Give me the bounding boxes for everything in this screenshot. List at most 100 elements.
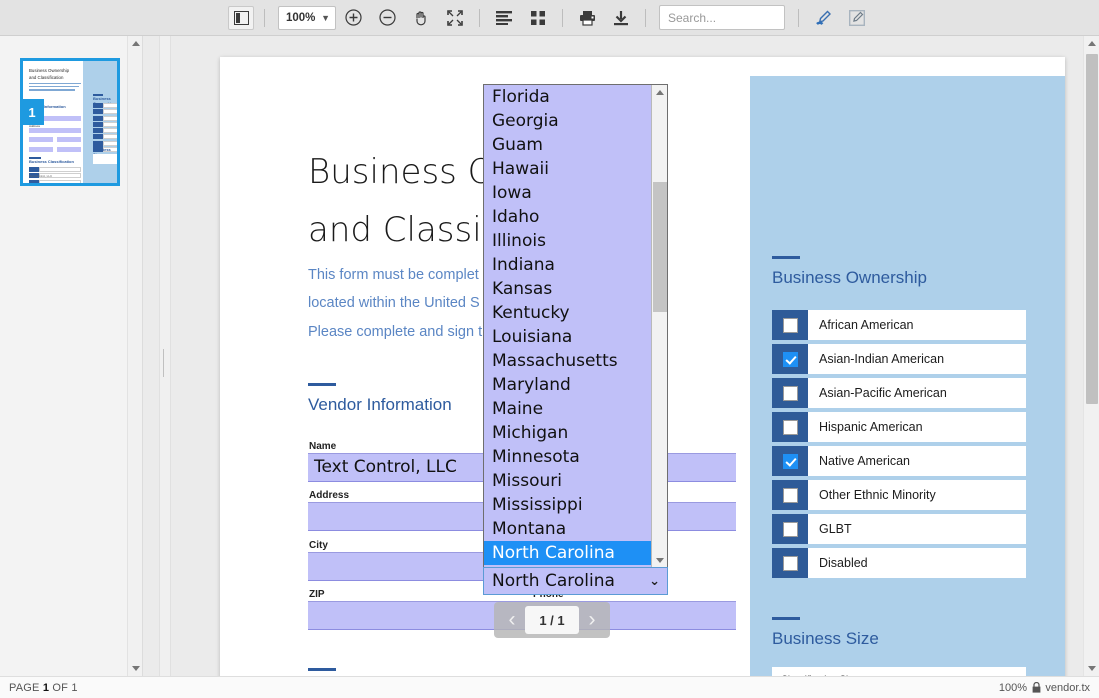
city-label: City [309,540,328,551]
status-zoom: 100% [998,681,1027,694]
ownership-row[interactable]: Other Ethnic Minority [772,480,1026,510]
chevron-down-icon: ▼ [321,12,330,23]
dropdown-scroll-down-icon[interactable] [652,553,668,568]
state-dropdown-option[interactable]: Iowa [484,181,652,205]
search-placeholder: Search... [668,10,717,25]
ownership-checkbox-cell[interactable] [772,548,808,578]
ownership-checkbox-cell[interactable] [772,446,808,476]
ownership-label: Disabled [808,548,1026,578]
size-heading: Business Size [772,629,879,648]
state-dropdown-option[interactable]: Montana [484,517,652,541]
single-page-view-icon[interactable] [490,5,518,31]
ownership-checkbox-cell[interactable] [772,378,808,408]
checkbox-icon[interactable] [782,453,798,469]
state-dropdown-option[interactable]: Louisiana [484,325,652,349]
state-dropdown-option[interactable]: Maine [484,397,652,421]
checkbox-icon[interactable] [782,419,798,435]
ownership-row[interactable]: Asian-Pacific American [772,378,1026,408]
vendor-section-heading: Vendor Information [308,395,452,414]
state-dropdown-option[interactable]: Missouri [484,469,652,493]
annotate-edit-icon[interactable] [843,5,871,31]
state-dropdown-option[interactable]: Illinois [484,229,652,253]
chevron-down-icon: ⌄ [649,573,660,589]
lock-icon [1032,682,1041,693]
ownership-row[interactable]: Native American [772,446,1026,476]
ownership-label: GLBT [808,514,1026,544]
ownership-checkbox-cell[interactable] [772,480,808,510]
page-indicator[interactable]: 1 / 1 [525,606,579,634]
divider [562,8,563,27]
print-icon[interactable] [573,5,601,31]
ownership-checkbox-cell[interactable] [772,412,808,442]
state-dropdown-option[interactable]: Kansas [484,277,652,301]
ownership-label: African American [808,310,1026,340]
page-status-current: 1 [42,681,50,694]
ownership-label: Other Ethnic Minority [808,480,1026,510]
thumbnail-size-card [93,154,117,164]
state-dropdown-scrollbar[interactable] [651,85,667,568]
vendor-section-rule [308,383,336,386]
ownership-label: Asian-Pacific American [808,378,1026,408]
ownership-row[interactable]: GLBT [772,514,1026,544]
checkbox-icon[interactable] [782,555,798,571]
checkbox-icon[interactable] [782,351,798,367]
thumbnail-scrollbar[interactable] [127,36,142,676]
pan-hand-icon[interactable] [407,5,435,31]
doc-scroll-down-icon[interactable] [1084,661,1099,676]
ownership-label: Hispanic American [808,412,1026,442]
state-dropdown-option[interactable]: Guam [484,133,652,157]
grid-page-view-icon[interactable] [524,5,552,31]
state-dropdown-popup[interactable]: Florida Georgia Guam Hawaii Iowa Idaho Illinoi… [483,84,668,569]
state-dropdown-option[interactable]: Massachusetts [484,349,652,373]
ownership-row[interactable]: Hispanic American [772,412,1026,442]
scroll-down-icon[interactable] [128,661,143,676]
state-select-value: North Carolina [492,571,615,591]
next-page-button[interactable]: › [579,605,605,635]
state-dropdown-option[interactable]: Georgia [484,109,652,133]
state-dropdown-option[interactable]: Indiana [484,253,652,277]
scroll-up-icon[interactable] [128,36,143,51]
checkbox-icon[interactable] [782,487,798,503]
zoom-out-icon[interactable] [373,5,401,31]
state-select-control[interactable]: North Carolina ⌄ [483,567,668,595]
search-input[interactable]: Search... [659,5,785,30]
document-scrollbar[interactable] [1083,36,1099,676]
state-dropdown-option[interactable]: North Carolina [484,541,652,565]
dropdown-scroll-thumb[interactable] [653,182,667,312]
state-dropdown-option[interactable]: Michigan [484,421,652,445]
state-dropdown-option[interactable]: Minnesota [484,445,652,469]
checkbox-icon[interactable] [782,385,798,401]
state-dropdown-option[interactable]: Florida [484,85,652,109]
status-filename: vendor.tx [1045,681,1090,694]
ownership-row[interactable]: African American [772,310,1026,340]
download-icon[interactable] [607,5,635,31]
address-label: Address [309,490,350,501]
state-dropdown-list[interactable]: Florida Georgia Guam Hawaii Iowa Idaho Illinoi… [484,85,652,568]
ownership-checkbox-cell[interactable] [772,310,808,340]
checkbox-icon[interactable] [782,317,798,333]
state-dropdown-option[interactable]: Mississippi [484,493,652,517]
doc-scroll-up-icon[interactable] [1084,36,1099,51]
pdf-viewer-app: 100% ▼ Search... Business Ownership and … [0,0,1099,698]
highlight-pen-icon[interactable] [809,5,837,31]
state-dropdown-option[interactable]: Idaho [484,205,652,229]
thumbnail-page-1[interactable]: Business Ownership and Classification Ve… [20,58,120,186]
zoom-in-icon[interactable] [339,5,367,31]
state-dropdown-option[interactable]: Hawaii [484,157,652,181]
ownership-checkbox-cell[interactable] [772,514,808,544]
divider [645,8,646,27]
pane-splitter[interactable] [159,36,171,676]
sidebar-toggle-icon[interactable] [228,5,254,30]
state-dropdown-option[interactable]: Kentucky [484,301,652,325]
dropdown-scroll-up-icon[interactable] [652,85,668,100]
thumbnail-pane: Business Ownership and Classification Ve… [0,36,143,676]
ownership-checkbox-cell[interactable] [772,344,808,374]
checkbox-icon[interactable] [782,521,798,537]
state-dropdown-option[interactable]: Maryland [484,373,652,397]
ownership-row[interactable]: Asian-Indian American [772,344,1026,374]
fit-screen-icon[interactable] [441,5,469,31]
ownership-row[interactable]: Disabled [772,548,1026,578]
doc-scroll-thumb[interactable] [1086,54,1098,404]
prev-page-button[interactable]: ‹ [499,605,525,635]
zoom-level-select[interactable]: 100% ▼ [278,5,336,30]
